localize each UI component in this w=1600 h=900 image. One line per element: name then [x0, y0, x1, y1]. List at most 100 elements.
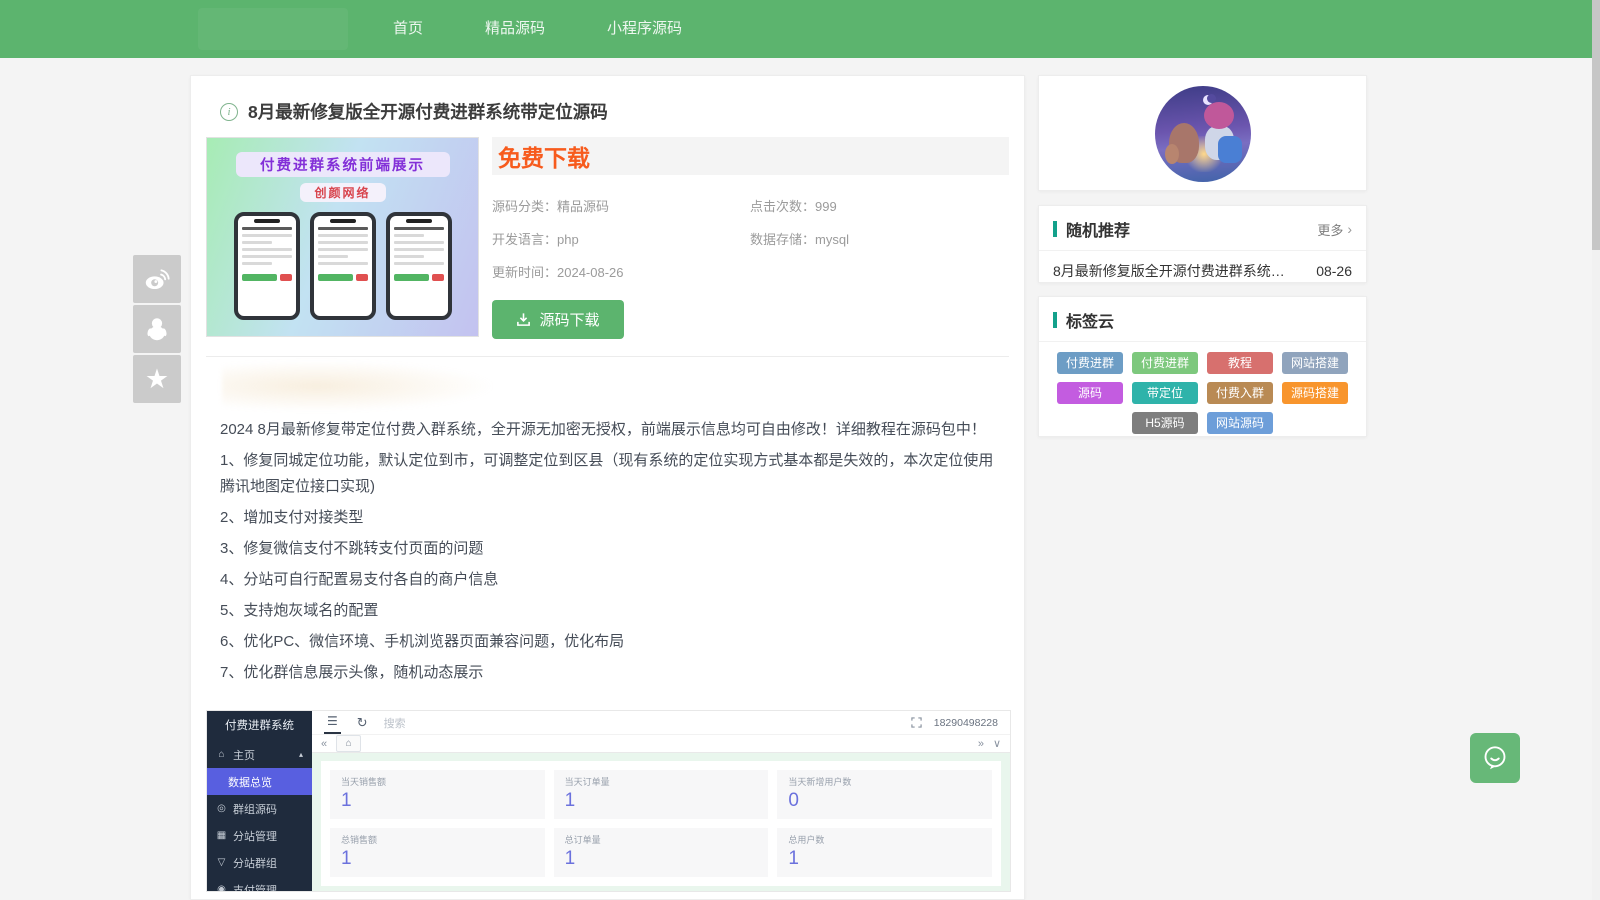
tag-item[interactable]: 付费进群 — [1132, 352, 1198, 374]
description-paragraph: 2024 8月最新修复带定位付费入群系统，全开源无加密无授权，前端展示信息均可自… — [220, 421, 986, 438]
tag-item[interactable]: 网站源码 — [1207, 412, 1273, 434]
admin-menu-item: ⌂ 主页 ▴ — [207, 741, 312, 768]
free-download-bar: 免费下载 — [492, 137, 1009, 175]
stat-card: 总订单量 1 — [553, 828, 769, 877]
meta-label: 开发语言： — [492, 232, 558, 247]
nav-item[interactable]: 精品源码 — [454, 0, 576, 58]
nav-menu: 首页 精品源码 小程序源码 — [362, 0, 713, 58]
product-info: 免费下载 源码分类：精品源码 点击次数：999 开发语言：php 数据存储：mysql… — [492, 137, 1009, 339]
admin-search-placeholder: 搜索 — [383, 717, 406, 730]
scrollbar-thumb[interactable] — [1592, 0, 1600, 250]
share-qq-button[interactable] — [133, 305, 181, 353]
tag-item[interactable]: 源码 — [1057, 382, 1123, 404]
admin-toolbar: ☰ ↻ 搜索 18290498228 — [312, 711, 1010, 734]
accent-bar — [1053, 312, 1057, 328]
admin-menu-item: ◎ 群组源码 — [207, 795, 312, 822]
download-button[interactable]: 源码下载 — [492, 300, 624, 339]
admin-menu-label: 支付管理 — [233, 884, 277, 892]
admin-main: ☰ ↻ 搜索 18290498228 « ⌂ » ∨ 当天销售额 1 当天订单量 1 当… — [312, 711, 1010, 891]
recommend-list: 8月最新修复版全开源付费进群系统带... 08-26 — [1039, 251, 1366, 291]
meta-label: 源码分类： — [492, 199, 558, 214]
phone-mockups — [207, 212, 478, 320]
home-icon: ⌂ — [218, 749, 225, 760]
admin-sidebar-title: 付费进群系统 — [225, 720, 294, 732]
meta-value: mysql — [815, 232, 849, 247]
more-link[interactable]: 更多 › — [1317, 220, 1352, 239]
description-paragraph: 6、优化PC、微信环境、手机浏览器页面兼容问题，优化布局 — [220, 633, 625, 650]
tag-cloud-title: 标签云 — [1066, 314, 1115, 331]
fullscreen-icon — [911, 717, 922, 728]
tag-item[interactable]: 付费进群 — [1057, 352, 1123, 374]
admin-menu-label: 数据总览 — [228, 776, 272, 789]
description-paragraph: 3、修复微信支付不跳转支付页面的问题 — [220, 540, 484, 557]
scrollbar-track[interactable] — [1592, 0, 1600, 900]
weibo-icon — [145, 269, 170, 290]
stat-card: 当天新增用户数 0 — [777, 770, 992, 819]
nav-item[interactable]: 首页 — [362, 0, 454, 58]
grid-icon: ▦ — [216, 830, 227, 841]
article-title-row: i 8月最新修复版全开源付费进群系统带定位源码 — [220, 99, 1009, 124]
download-button-label: 源码下载 — [539, 312, 600, 329]
stat-value: 1 — [788, 848, 799, 869]
more-label: 更多 — [1317, 222, 1344, 238]
tag-item[interactable]: H5源码 — [1132, 412, 1198, 434]
admin-menu-label: 分站群组 — [233, 857, 277, 870]
tag-item[interactable]: 网站搭建 — [1282, 352, 1348, 374]
top-navbar: 首页 精品源码 小程序源码 — [0, 0, 1600, 58]
stat-value: 0 — [788, 790, 799, 811]
meta-item: 更新时间：2024-08-26 — [492, 262, 750, 281]
product-thumbnail: 付费进群系统前端展示 创颜网络 — [206, 137, 479, 337]
home-tab-icon: ⌂ — [336, 735, 362, 752]
phone-mockup — [309, 212, 376, 320]
stat-value: 1 — [564, 790, 576, 811]
tag-item[interactable]: 源码搭建 — [1282, 382, 1348, 404]
meta-label: 点击次数： — [750, 199, 816, 214]
qq-icon — [147, 318, 167, 341]
article-card: i 8月最新修复版全开源付费进群系统带定位源码 付费进群系统前端展示 创颜网络 — [190, 75, 1025, 900]
free-download-label: 免费下载 — [498, 145, 590, 171]
description-paragraph: 1、修复同城定位功能，默认定位到市，可调整定位到区县（现有系统的定位实现方式基本… — [220, 452, 994, 495]
meta-value: 999 — [815, 199, 837, 214]
group-icon: ▽ — [217, 857, 226, 868]
pay-icon: ◉ — [217, 884, 226, 892]
admin-tabbar: « ⌂ » ∨ — [312, 734, 1010, 753]
meta-label: 数据存储： — [750, 232, 816, 247]
site-logo — [198, 8, 348, 50]
tag-cloud-header: 标签云 — [1039, 297, 1366, 342]
share-qzone-button[interactable]: ★ — [133, 355, 181, 403]
stat-card: 总用户数 1 — [777, 828, 992, 877]
stat-value: 1 — [341, 848, 352, 869]
admin-menu-label: 群组源码 — [233, 803, 277, 816]
recommend-item[interactable]: 8月最新修复版全开源付费进群系统带... 08-26 — [1039, 251, 1366, 291]
qzone-star-icon: ★ — [144, 363, 170, 394]
download-tray-icon — [517, 313, 531, 326]
description-paragraph: 2、增加支付对接类型 — [220, 509, 364, 526]
admin-menu-label: 分站管理 — [233, 830, 277, 843]
stats-panel: 当天销售额 1 当天订单量 1 当天新增用户数 0 总销售额 1 总订单量 1 总用户数 1 — [321, 761, 1001, 886]
admin-menu-item: ◉ 支付管理 — [207, 876, 312, 892]
admin-menu-item: ▦ 分站管理 — [207, 822, 312, 849]
tag-list: 付费进群 付费进群 教程 网站搭建 源码 带定位 付费入群 源码搭建 H5源码 网站源码 — [1039, 342, 1366, 444]
avatar-card — [1038, 75, 1367, 191]
qr-icon: ◎ — [217, 803, 226, 814]
meta-item: 源码分类：精品源码 — [492, 196, 750, 215]
nav-item[interactable]: 小程序源码 — [576, 0, 713, 58]
page-title: 8月最新修复版全开源付费进群系统带定位源码 — [248, 102, 608, 122]
avatar — [1154, 86, 1251, 182]
share-bar: ★ — [133, 255, 181, 405]
stat-label: 总订单量 — [564, 835, 601, 845]
tag-item[interactable]: 教程 — [1207, 352, 1273, 374]
banner-title: 付费进群系统前端展示 — [235, 152, 450, 177]
chat-button[interactable] — [1470, 733, 1520, 783]
phone-mockup — [385, 212, 452, 320]
accent-bar — [1053, 221, 1057, 237]
meta-item: 数据存储：mysql — [750, 229, 1009, 248]
tag-item[interactable]: 付费入群 — [1207, 382, 1273, 404]
description-paragraph: 5、支持炮灰域名的配置 — [220, 602, 379, 619]
watermark — [222, 361, 492, 411]
share-weibo-button[interactable] — [133, 255, 181, 303]
description-paragraph: 4、分站可自行配置易支付各自的商户信息 — [220, 571, 499, 588]
tag-item[interactable]: 带定位 — [1132, 382, 1198, 404]
stat-value: 1 — [564, 848, 576, 869]
recommend-item-date: 08-26 — [1316, 263, 1352, 279]
